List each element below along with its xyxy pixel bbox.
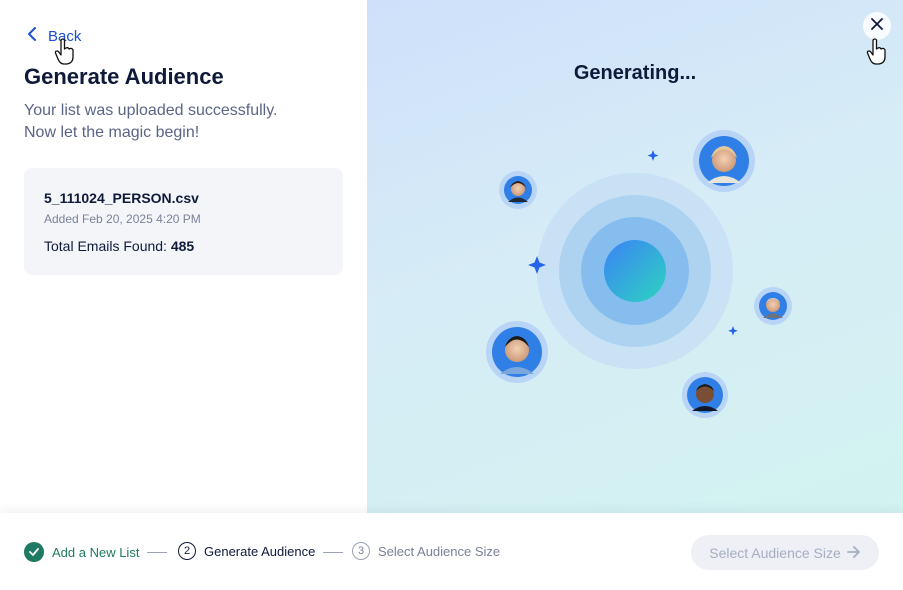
close-icon: [871, 17, 883, 35]
subtitle-line-1: Your list was uploaded successfully.: [24, 102, 278, 119]
file-added-date: Added Feb 20, 2025 4:20 PM: [44, 212, 201, 226]
step-add-new-list[interactable]: Add a New List: [24, 542, 139, 562]
page-subtitle: Your list was uploaded successfully. Now…: [24, 100, 324, 144]
avatar: [486, 321, 548, 383]
arrow-right-icon: [846, 545, 861, 561]
ring-core: [604, 240, 666, 302]
page-title: Generate Audience: [24, 64, 224, 89]
step-generate-audience: 2 Generate Audience: [178, 542, 315, 560]
step-select-audience-size: 3 Select Audience Size: [352, 542, 500, 560]
step-number: 3: [352, 542, 370, 560]
check-icon: [24, 542, 44, 562]
sparkle-icon: [647, 150, 659, 161]
close-button[interactable]: [863, 12, 891, 40]
step-divider: [323, 552, 343, 553]
select-audience-size-button[interactable]: Select Audience Size: [691, 535, 879, 570]
back-label: Back: [48, 27, 82, 45]
step-divider: [147, 552, 167, 553]
generating-title: Generating...: [573, 62, 697, 84]
step-label: Add a New List: [52, 544, 140, 560]
cta-label: Select Audience Size: [709, 544, 841, 561]
avatar: [754, 287, 792, 325]
total-emails-value: 485: [170, 238, 195, 254]
back-button[interactable]: Back: [26, 26, 81, 46]
avatar: [693, 130, 755, 192]
total-emails-label: Total Emails Found:: [44, 238, 167, 254]
step-number: 2: [178, 542, 196, 560]
subtitle-line-2: Now let the magic begin!: [24, 124, 200, 141]
chevron-left-icon: [26, 26, 40, 46]
avatar: [682, 372, 728, 418]
sparkle-icon: [728, 326, 738, 336]
step-label: Select Audience Size: [378, 543, 501, 559]
step-label: Generate Audience: [204, 543, 316, 559]
generating-panel: Generating...: [367, 0, 903, 513]
total-emails: Total Emails Found: 485: [44, 238, 194, 254]
file-name: 5_111024_PERSON.csv: [44, 190, 199, 206]
avatar: [499, 171, 537, 209]
file-card: 5_111024_PERSON.csv Added Feb 20, 2025 4…: [24, 168, 343, 275]
left-panel: Back Generate Audience Your list was upl…: [0, 0, 367, 513]
